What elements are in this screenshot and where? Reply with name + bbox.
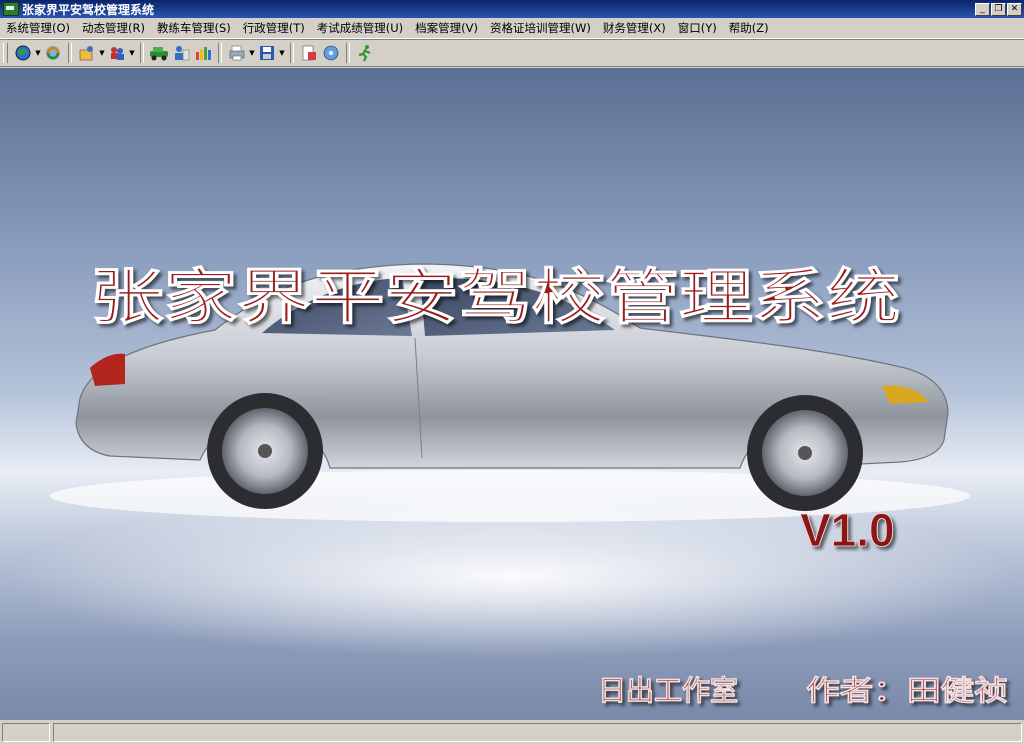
car-icon[interactable]: [148, 42, 170, 64]
menu-dynamic[interactable]: 动态管理(R): [76, 20, 151, 36]
globe-icon[interactable]: [12, 42, 34, 64]
toolbar-separator: [140, 43, 144, 63]
title-bar: 张家界平安驾校管理系统 _ ❐ ✕: [0, 0, 1024, 18]
author-label: 作者：田健祯: [806, 674, 1008, 707]
menu-bar: 系统管理(O) 动态管理(R) 教练车管理(S) 行政管理(T) 考试成绩管理(…: [0, 18, 1024, 39]
toolbar-separator: [346, 43, 350, 63]
status-panel-1: [2, 723, 50, 742]
save-icon[interactable]: [256, 42, 278, 64]
toolbar-separator: [218, 43, 222, 63]
save-dropdown[interactable]: ▼: [278, 49, 286, 57]
person-info-icon[interactable]: [170, 42, 192, 64]
menu-system[interactable]: 系统管理(O): [0, 20, 76, 36]
menu-window[interactable]: 窗口(Y): [672, 20, 723, 36]
menu-archive[interactable]: 档案管理(V): [409, 20, 484, 36]
version-label: V1.0: [800, 504, 895, 556]
window-title: 张家界平安驾校管理系统: [22, 2, 155, 17]
toolbar-grip[interactable]: [3, 43, 8, 63]
status-bar: [0, 721, 1024, 744]
refresh-icon[interactable]: [42, 42, 64, 64]
menu-help[interactable]: 帮助(Z): [723, 20, 775, 36]
window-controls: _ ❐ ✕: [974, 2, 1022, 16]
user-icon[interactable]: [76, 42, 98, 64]
people-icon[interactable]: [106, 42, 128, 64]
mdi-client-area: 张家界平安驾校管理系统 V1.0 日出工作室 作者：田健祯: [0, 68, 1024, 720]
menu-finance[interactable]: 财务管理(X): [597, 20, 672, 36]
studio-label: 日出工作室: [598, 674, 738, 707]
menu-exam-scores[interactable]: 考试成绩管理(U): [311, 20, 409, 36]
printer-icon[interactable]: [226, 42, 248, 64]
minimize-button[interactable]: _: [975, 2, 990, 16]
globe-dropdown[interactable]: ▼: [34, 49, 42, 57]
splash-title: 张家界平安驾校管理系统: [90, 263, 900, 333]
people-dropdown[interactable]: ▼: [128, 49, 136, 57]
close-button[interactable]: ✕: [1007, 2, 1022, 16]
toolbar-separator: [68, 43, 72, 63]
user-dropdown[interactable]: ▼: [98, 49, 106, 57]
toolbar: ▼ ▼ ▼ ▼ ▼: [0, 39, 1024, 67]
restore-button[interactable]: ❐: [991, 2, 1006, 16]
splash-image: 张家界平安驾校管理系统 V1.0 日出工作室 作者：田健祯: [50, 263, 1008, 707]
runner-icon[interactable]: [354, 42, 376, 64]
menu-coach-car[interactable]: 教练车管理(S): [151, 20, 237, 36]
app-icon: [3, 2, 19, 16]
status-panel-2: [53, 723, 1022, 742]
menu-certificate-training[interactable]: 资格证培训管理(W): [484, 20, 597, 36]
menu-admin[interactable]: 行政管理(T): [237, 20, 311, 36]
disc-icon[interactable]: [320, 42, 342, 64]
toolbar-separator: [290, 43, 294, 63]
chart-icon[interactable]: [192, 42, 214, 64]
document-icon[interactable]: [298, 42, 320, 64]
printer-dropdown[interactable]: ▼: [248, 49, 256, 57]
